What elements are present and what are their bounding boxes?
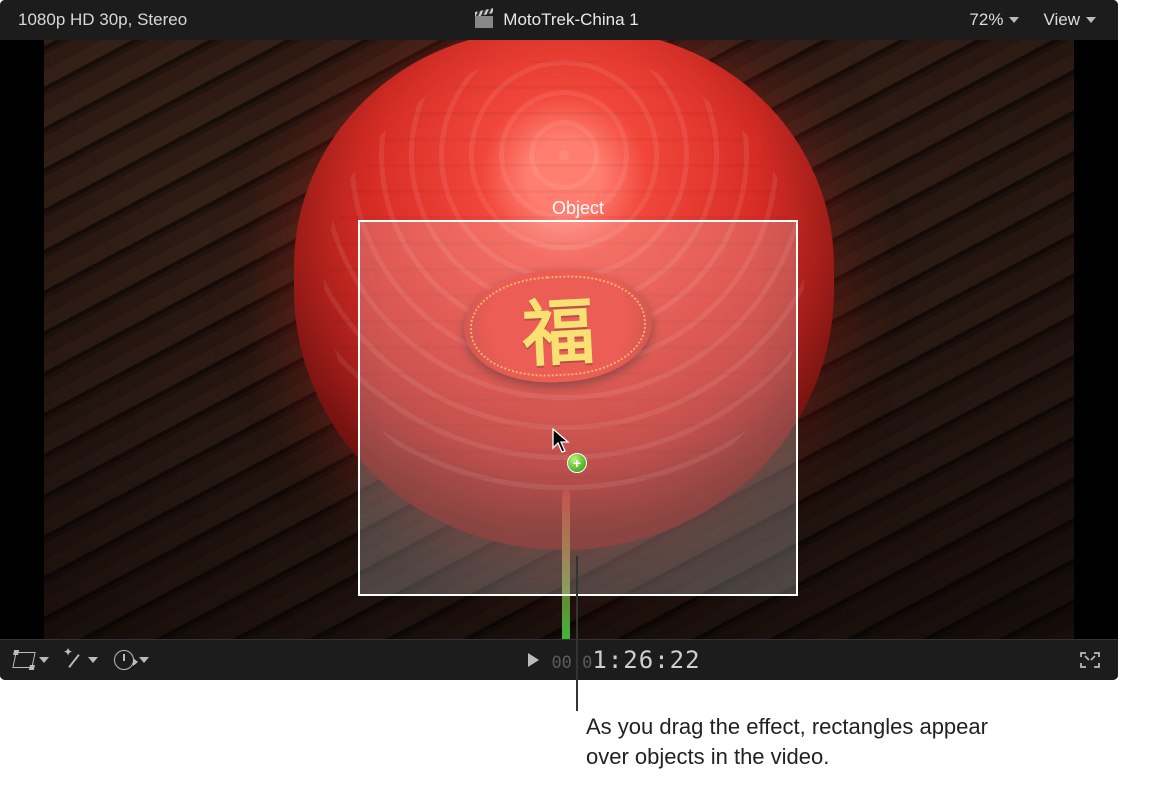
cursor-pointer-icon [552,428,570,454]
format-readout: 1080p HD 30p, Stereo [0,10,377,30]
magic-wand-icon [65,651,83,669]
project-title: MotoTrek-China 1 [377,10,736,30]
callout-leader-line [576,556,578,711]
zoom-level: 72% [969,10,1003,30]
fu-glyph: 福 [461,265,655,387]
transform-icon [12,652,35,668]
enhance-tool[interactable] [65,651,98,669]
viewer-bottombar: 00:01:26:22 [0,639,1118,680]
transport-center: 00:01:26:22 [149,646,1080,674]
chevron-down-icon [139,657,149,663]
fu-tag: 福 [461,265,655,387]
timecode-main: 1:26:22 [592,646,700,674]
transform-tool[interactable] [14,652,49,668]
lantern-tassel [562,490,570,640]
viewer-topbar: 1080p HD 30p, Stereo MotoTrek-China 1 72… [0,0,1118,41]
viewer-panel: 1080p HD 30p, Stereo MotoTrek-China 1 72… [0,0,1118,680]
project-name: MotoTrek-China 1 [503,10,638,30]
retime-tool[interactable] [114,650,149,670]
chevron-down-icon [1086,17,1096,23]
timecode-prefix: 00:0 [551,653,592,673]
chevron-down-icon [39,657,49,663]
zoom-menu[interactable]: 72% [969,10,1019,30]
fullscreen-button[interactable] [1080,652,1118,668]
onscreen-tools [0,650,149,670]
video-canvas[interactable]: 福 Object + [0,40,1118,640]
chevron-down-icon [88,657,98,663]
retime-icon [114,650,134,670]
callout-caption: As you drag the effect, rectangles appea… [586,712,1016,771]
clapboard-icon [475,12,493,28]
lantern-graphic: 福 [164,40,964,610]
chevron-down-icon [1009,17,1019,23]
view-menu-label: View [1043,10,1080,30]
video-frame: 福 [44,40,1074,640]
view-menu[interactable]: View [1043,10,1096,30]
add-badge-icon: + [567,453,587,473]
play-icon[interactable] [528,653,539,667]
app-screenshot: 1080p HD 30p, Stereo MotoTrek-China 1 72… [0,0,1152,812]
